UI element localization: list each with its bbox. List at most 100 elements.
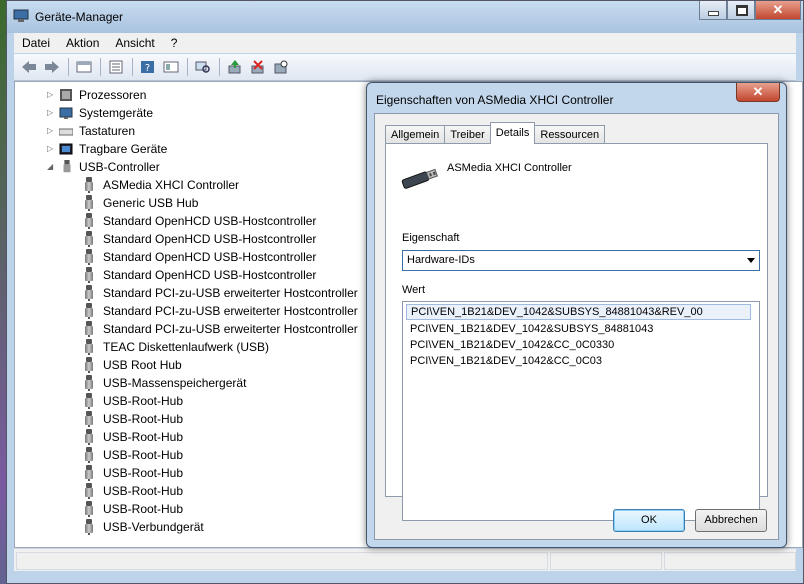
- usb-plug-icon: [401, 168, 438, 189]
- usb-device-icon: [85, 357, 93, 373]
- maximize-button[interactable]: [727, 1, 755, 20]
- close-icon: ✕: [752, 84, 764, 99]
- category-label: Prozessoren: [79, 88, 147, 102]
- portable-devices-icon: [59, 143, 73, 155]
- device-name: ASMedia XHCI Controller: [447, 162, 572, 174]
- uninstall-button[interactable]: [247, 57, 269, 77]
- usb-device-icon: [85, 483, 93, 499]
- usb-device-label: USB-Verbundgerät: [103, 520, 204, 534]
- usb-device-label: Standard OpenHCD USB-Hostcontroller: [103, 232, 317, 246]
- show-button[interactable]: [160, 57, 182, 77]
- usb-device-label: Standard PCI-zu-USB erweiterter Hostcont…: [103, 322, 358, 336]
- close-icon: ✕: [772, 2, 784, 17]
- category-label: USB-Controller: [79, 160, 160, 174]
- menu-aktion[interactable]: Aktion: [58, 36, 107, 50]
- toolbar: ?: [14, 54, 796, 81]
- property-dropdown[interactable]: Hardware-IDs: [402, 250, 760, 271]
- title-bar[interactable]: Geräte-Manager ✕: [7, 1, 803, 33]
- usb-device-label: USB-Root-Hub: [103, 484, 184, 498]
- up-icon: [76, 61, 92, 73]
- ok-button[interactable]: OK: [613, 509, 685, 532]
- usb-device-label: Standard OpenHCD USB-Hostcontroller: [103, 250, 317, 264]
- tab-ressourcen[interactable]: Ressourcen: [534, 125, 606, 144]
- menu-ansicht[interactable]: Ansicht: [107, 36, 162, 50]
- usb-device-label: USB-Root-Hub: [103, 466, 184, 480]
- update-driver-button[interactable]: [224, 57, 246, 77]
- back-button[interactable]: [18, 57, 40, 77]
- toolbar-separator: [68, 58, 69, 76]
- maximize-icon: [736, 5, 748, 16]
- usb-device-icon: [85, 177, 93, 193]
- disable-icon: [274, 60, 288, 74]
- value-label: Wert: [402, 284, 426, 296]
- dialog-close-button[interactable]: ✕: [736, 83, 780, 102]
- up-button[interactable]: [73, 57, 95, 77]
- status-cell: [550, 552, 662, 570]
- collapse-arrow-icon[interactable]: ◢: [47, 158, 55, 176]
- usb-device-label: Generic USB Hub: [103, 196, 199, 210]
- minimize-icon: [708, 11, 719, 16]
- toolbar-separator: [132, 58, 133, 76]
- usb-device-label: TEAC Diskettenlaufwerk (USB): [103, 340, 270, 354]
- tab-strip: Allgemein Treiber Details Ressourcen: [385, 122, 606, 144]
- uninstall-icon: [251, 60, 264, 74]
- tab-allgemein[interactable]: Allgemein: [385, 125, 446, 144]
- value-list-item[interactable]: PCI\VEN_1B21&DEV_1042&SUBSYS_84881043: [406, 321, 751, 337]
- usb-device-label: Standard OpenHCD USB-Hostcontroller: [103, 268, 317, 282]
- value-listbox[interactable]: PCI\VEN_1B21&DEV_1042&SUBSYS_84881043&RE…: [402, 301, 760, 521]
- value-list-item[interactable]: PCI\VEN_1B21&DEV_1042&CC_0C03: [406, 353, 751, 369]
- usb-device-label: USB-Root-Hub: [103, 448, 184, 462]
- properties-icon: [109, 60, 123, 74]
- device-manager-icon: [13, 9, 29, 22]
- update-driver-icon: [228, 60, 241, 74]
- expand-arrow-icon[interactable]: ▷: [47, 140, 55, 158]
- status-cell: [16, 552, 548, 570]
- details-tab-page: ASMedia XHCI Controller Eigenschaft Hard…: [385, 143, 768, 521]
- minimize-button[interactable]: [699, 1, 727, 20]
- property-selected-value: Hardware-IDs: [407, 254, 475, 266]
- tab-treiber[interactable]: Treiber: [444, 125, 491, 144]
- cancel-button[interactable]: Abbrechen: [695, 509, 767, 532]
- dialog-title: Eigenschaften von ASMedia XHCI Controlle…: [376, 93, 614, 107]
- properties-dialog: Eigenschaften von ASMedia XHCI Controlle…: [366, 82, 787, 548]
- status-cell: [664, 552, 796, 570]
- menu-help[interactable]: ?: [163, 36, 186, 50]
- usb-device-icon: [85, 321, 93, 337]
- usb-device-icon: [85, 267, 93, 283]
- usb-device-icon: [85, 195, 93, 211]
- forward-button[interactable]: [41, 57, 63, 77]
- property-label: Eigenschaft: [402, 232, 460, 244]
- expand-arrow-icon[interactable]: ▷: [47, 104, 55, 122]
- forward-icon: [45, 61, 59, 73]
- usb-device-label: Standard PCI-zu-USB erweiterter Hostcont…: [103, 304, 358, 318]
- processor-icon: [60, 89, 72, 101]
- disable-button[interactable]: [270, 57, 292, 77]
- usb-device-icon: [85, 231, 93, 247]
- scan-hardware-button[interactable]: [192, 57, 214, 77]
- usb-device-label: Standard PCI-zu-USB erweiterter Hostcont…: [103, 286, 358, 300]
- svg-text:?: ?: [145, 63, 150, 74]
- usb-device-label: Standard OpenHCD USB-Hostcontroller: [103, 214, 317, 228]
- properties-button[interactable]: [105, 57, 127, 77]
- usb-device-label: USB-Root-Hub: [103, 502, 184, 516]
- menu-bar: Datei Aktion Ansicht ?: [14, 33, 796, 53]
- usb-device-icon: [85, 285, 93, 301]
- usb-device-icon: [85, 393, 93, 409]
- dropdown-arrow-icon: [747, 258, 755, 263]
- usb-device-label: USB Root Hub: [103, 358, 182, 372]
- usb-device-icon: [85, 339, 93, 355]
- expand-arrow-icon[interactable]: ▷: [47, 86, 55, 104]
- system-devices-icon: [59, 107, 73, 119]
- value-list-item[interactable]: PCI\VEN_1B21&DEV_1042&SUBSYS_84881043&RE…: [406, 304, 751, 320]
- window-title: Geräte-Manager: [35, 10, 124, 24]
- value-list-item[interactable]: PCI\VEN_1B21&DEV_1042&CC_0C0330: [406, 337, 751, 353]
- help-button[interactable]: ?: [137, 57, 159, 77]
- menu-datei[interactable]: Datei: [14, 36, 58, 50]
- tab-details[interactable]: Details: [489, 122, 536, 144]
- close-button[interactable]: ✕: [755, 1, 801, 20]
- dialog-body: Allgemein Treiber Details Ressourcen ASM…: [374, 113, 779, 540]
- keyboard-icon: [59, 128, 73, 136]
- expand-arrow-icon[interactable]: ▷: [47, 122, 55, 140]
- usb-device-icon: [85, 303, 93, 319]
- usb-device-icon: [85, 501, 93, 517]
